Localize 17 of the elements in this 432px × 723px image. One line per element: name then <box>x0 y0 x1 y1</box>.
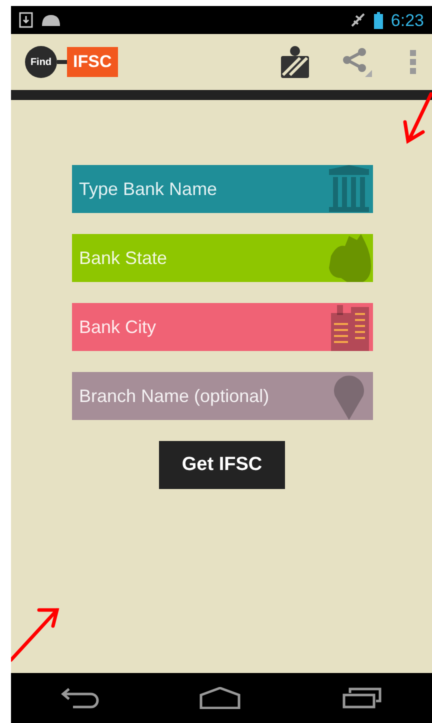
gift-icon[interactable] <box>280 45 310 79</box>
back-icon[interactable] <box>61 687 100 709</box>
input-field[interactable]: Type Bank Name <box>72 165 373 213</box>
get-ifsc-button[interactable]: Get IFSC <box>159 441 285 489</box>
logo-connector <box>57 60 67 64</box>
input-field[interactable]: Bank State <box>72 234 373 282</box>
bank-icon <box>327 165 371 213</box>
clock-time: 6:23 <box>390 12 424 28</box>
share-icon[interactable] <box>342 47 372 77</box>
battery-icon <box>374 12 383 28</box>
recent-apps-icon[interactable] <box>342 687 382 709</box>
download-icon <box>19 12 33 28</box>
input-field[interactable]: Branch Name (optional) <box>72 372 373 420</box>
logo-tag: IFSC <box>67 47 118 77</box>
input-field[interactable]: Bank City <box>72 303 373 351</box>
annotation-arrow <box>403 92 432 144</box>
home-icon[interactable] <box>199 687 242 709</box>
